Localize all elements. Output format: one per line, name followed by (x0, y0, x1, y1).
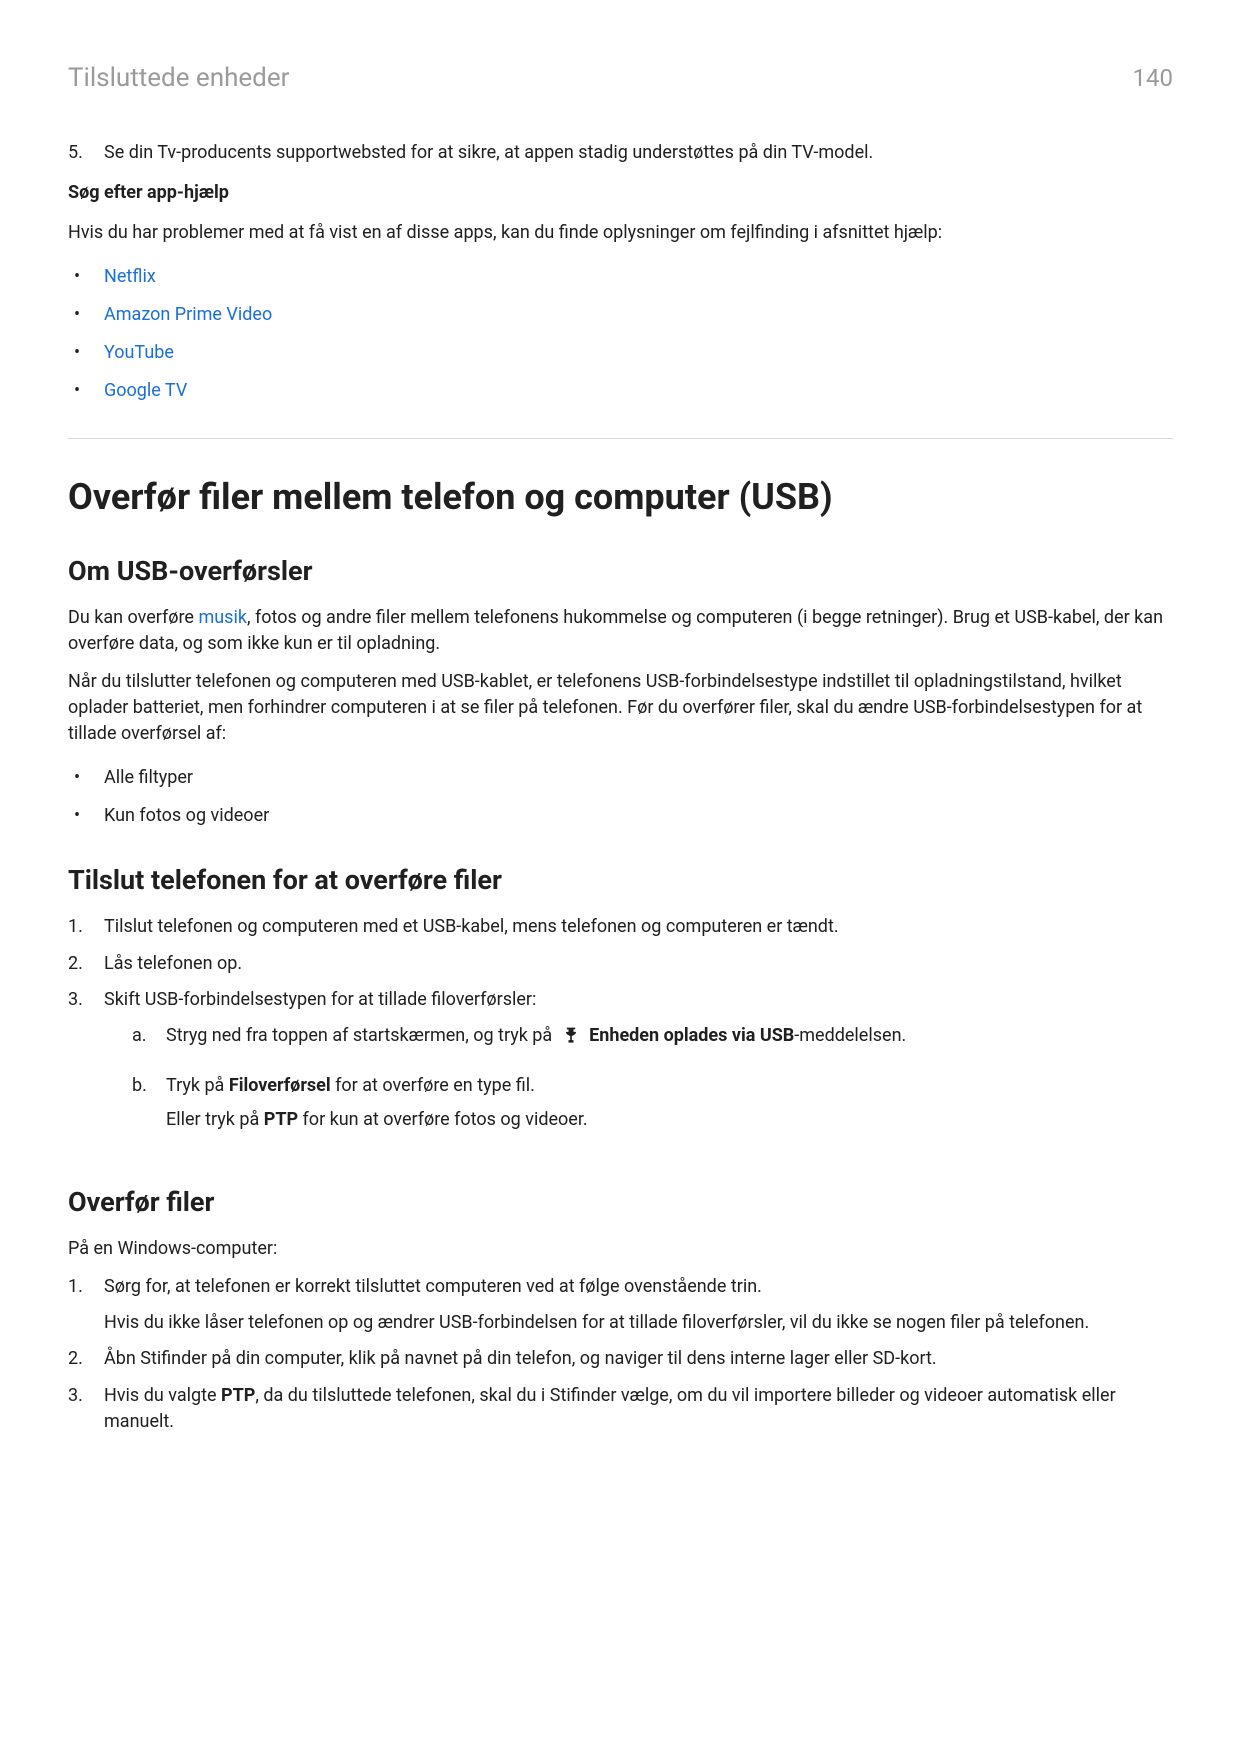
list-text: Se din Tv-producents supportwebsted for … (104, 140, 1173, 166)
divider (68, 438, 1173, 439)
list-item: 3. Skift USB-forbindelsestypen for at ti… (68, 987, 1173, 1157)
text-segment: , da du tilsluttede telefonen, skal du i… (104, 1385, 1116, 1432)
list-number: 1. (68, 914, 86, 940)
page-header: Tilsluttede enheder 140 (68, 60, 1173, 98)
list-item: 2. Lås telefonen op. (68, 951, 1173, 977)
body-text: Når du tilslutter telefonen og computere… (68, 669, 1173, 747)
list-content: Åbn Stifinder på din computer, klik på n… (104, 1346, 1173, 1372)
list-text: Skift USB-forbindelsestypen for at tilla… (104, 989, 536, 1010)
list-item: 5. Se din Tv-producents supportwebsted f… (68, 140, 1173, 166)
section-subheading: Søg efter app-hjælp (68, 180, 1173, 206)
list-item: Amazon Prime Video (68, 296, 1173, 334)
list-text: Alle filtyper (104, 765, 193, 791)
link-youtube[interactable]: YouTube (104, 340, 174, 366)
link-google-tv[interactable]: Google TV (104, 378, 187, 404)
intro-numbered-list: 5. Se din Tv-producents supportwebsted f… (68, 140, 1173, 166)
body-text: Hvis du valgte PTP, da du tilsluttede te… (104, 1383, 1173, 1435)
list-item: Google TV (68, 372, 1173, 410)
list-item: 2. Åbn Stifinder på din computer, klik p… (68, 1346, 1173, 1372)
connect-substeps: a. Stryg ned fra toppen af startskærmen,… (132, 1023, 1173, 1141)
list-text: Kun fotos og videoer (104, 803, 269, 829)
text-segment: Eller tryk på (166, 1109, 264, 1130)
page-number: 140 (1133, 61, 1173, 96)
list-content: Skift USB-forbindelsestypen for at tilla… (104, 987, 1173, 1157)
text-segment: Tryk på (166, 1075, 229, 1096)
list-text: Tilslut telefonen og computeren med et U… (104, 914, 1173, 940)
list-content: Sørg for, at telefonen er korrekt tilslu… (104, 1274, 1173, 1336)
list-letter: b. (132, 1073, 152, 1141)
list-item: Kun fotos og videoer (68, 797, 1173, 835)
text-segment: Stryg ned fra toppen af startskærmen, og… (166, 1025, 557, 1046)
section-heading: Om USB-overførsler (68, 552, 1173, 591)
link-musik[interactable]: musik (198, 607, 247, 628)
bold-text: Enheden oplades via USB (589, 1025, 794, 1046)
section-heading: Tilslut telefonen for at overføre filer (68, 861, 1173, 900)
text-segment: for kun at overføre fotos og videoer. (298, 1109, 588, 1130)
list-item: 1. Tilslut telefonen og computeren med e… (68, 914, 1173, 940)
list-number: 3. (68, 987, 86, 1157)
usb-icon (561, 1026, 581, 1046)
body-text: Hvis du har problemer med at få vist en … (68, 220, 1173, 246)
list-number: 5. (68, 140, 86, 166)
list-item: Alle filtyper (68, 759, 1173, 797)
list-item: YouTube (68, 334, 1173, 372)
list-item: b. Tryk på Filoverførsel for at overføre… (132, 1073, 1173, 1141)
list-number: 3. (68, 1383, 86, 1435)
list-item: Netflix (68, 258, 1173, 296)
breadcrumb: Tilsluttede enheder (68, 60, 289, 98)
page-title: Overfør filer mellem telefon og computer… (68, 471, 1173, 523)
list-content: Stryg ned fra toppen af startskærmen, og… (166, 1023, 1173, 1057)
link-amazon-prime-video[interactable]: Amazon Prime Video (104, 302, 272, 328)
link-netflix[interactable]: Netflix (104, 264, 156, 290)
transfer-steps: 1. Sørg for, at telefonen er korrekt til… (68, 1274, 1173, 1434)
body-text: Åbn Stifinder på din computer, klik på n… (104, 1346, 1173, 1372)
app-help-links: Netflix Amazon Prime Video YouTube Googl… (68, 258, 1173, 410)
text-segment: Hvis du valgte (104, 1385, 221, 1406)
list-text: Lås telefonen op. (104, 951, 1173, 977)
body-text: Sørg for, at telefonen er korrekt tilslu… (104, 1274, 1173, 1300)
text-segment: -meddelelsen. (794, 1025, 906, 1046)
text-segment: for at overføre en type fil. (331, 1075, 535, 1096)
list-number: 2. (68, 1346, 86, 1372)
section-heading: Overfør filer (68, 1183, 1173, 1222)
list-number: 1. (68, 1274, 86, 1336)
list-item: a. Stryg ned fra toppen af startskærmen,… (132, 1023, 1173, 1057)
list-item: 1. Sørg for, at telefonen er korrekt til… (68, 1274, 1173, 1336)
bold-text: PTP (264, 1109, 298, 1130)
body-text: Du kan overføre musik, fotos og andre fi… (68, 605, 1173, 657)
bold-text: PTP (221, 1385, 255, 1406)
list-content: Tryk på Filoverførsel for at overføre en… (166, 1073, 1173, 1141)
list-number: 2. (68, 951, 86, 977)
list-content: Hvis du valgte PTP, da du tilsluttede te… (104, 1383, 1173, 1435)
list-letter: a. (132, 1023, 152, 1057)
about-bullets: Alle filtyper Kun fotos og videoer (68, 759, 1173, 835)
body-text: Hvis du ikke låser telefonen op og ændre… (104, 1310, 1173, 1336)
text-segment: Du kan overføre (68, 607, 198, 628)
bold-text: Filoverførsel (229, 1075, 331, 1096)
list-item: 3. Hvis du valgte PTP, da du tilsluttede… (68, 1383, 1173, 1435)
connect-steps: 1. Tilslut telefonen og computeren med e… (68, 914, 1173, 1157)
body-text: På en Windows-computer: (68, 1236, 1173, 1262)
